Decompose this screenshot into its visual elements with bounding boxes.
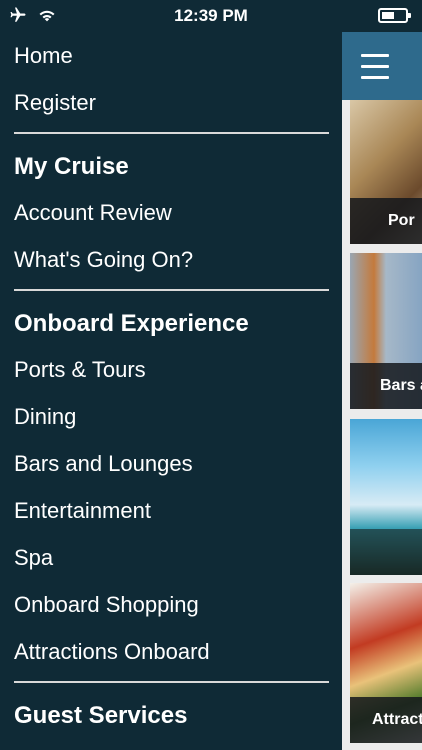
hamburger-menu-icon[interactable] bbox=[361, 54, 389, 87]
menu-heading-guest-services: Guest Services bbox=[14, 702, 188, 729]
menu-item-home[interactable]: Home bbox=[14, 32, 342, 79]
menu-divider bbox=[14, 289, 329, 291]
top-nav-bar bbox=[342, 32, 422, 100]
content-card-ports[interactable]: Por bbox=[350, 100, 422, 244]
menu-item-register[interactable]: Register bbox=[14, 79, 342, 126]
battery-icon bbox=[378, 8, 411, 23]
card-label: Bars a bbox=[350, 363, 422, 409]
menu-heading-my-cruise: My Cruise bbox=[14, 153, 129, 180]
menu-divider bbox=[14, 681, 329, 683]
main-content: Por Bars a Attract bbox=[342, 32, 422, 750]
menu-item-attractions-onboard[interactable]: Attractions Onboard bbox=[14, 628, 342, 675]
menu-item-ports-tours[interactable]: Ports & Tours bbox=[14, 346, 342, 393]
card-label bbox=[350, 529, 422, 575]
menu-item-whats-going-on[interactable]: What's Going On? bbox=[14, 236, 342, 283]
airplane-icon bbox=[10, 7, 26, 22]
content-card-bars[interactable]: Bars a bbox=[350, 253, 422, 409]
menu-heading-onboard-experience: Onboard Experience bbox=[14, 310, 249, 337]
menu-item-onboard-shopping[interactable]: Onboard Shopping bbox=[14, 581, 342, 628]
menu-divider bbox=[14, 132, 329, 134]
card-label: Por bbox=[350, 198, 422, 244]
menu-item-dining[interactable]: Dining bbox=[14, 393, 342, 440]
card-label: Attract bbox=[350, 697, 422, 743]
menu-item-bars-lounges[interactable]: Bars and Lounges bbox=[14, 440, 342, 487]
content-card-attractions[interactable]: Attract bbox=[350, 583, 422, 743]
status-right bbox=[378, 8, 411, 23]
wifi-icon bbox=[39, 10, 55, 22]
status-left bbox=[8, 6, 56, 24]
content-card-entertainment[interactable] bbox=[350, 419, 422, 575]
menu-item-account-review[interactable]: Account Review bbox=[14, 189, 342, 236]
side-menu: Home Register My Cruise Account Review W… bbox=[0, 32, 342, 750]
status-bar: 12:39 PM bbox=[0, 0, 422, 32]
menu-item-spa[interactable]: Spa bbox=[14, 534, 342, 581]
menu-item-entertainment[interactable]: Entertainment bbox=[14, 487, 342, 534]
status-time: 12:39 PM bbox=[174, 6, 248, 25]
